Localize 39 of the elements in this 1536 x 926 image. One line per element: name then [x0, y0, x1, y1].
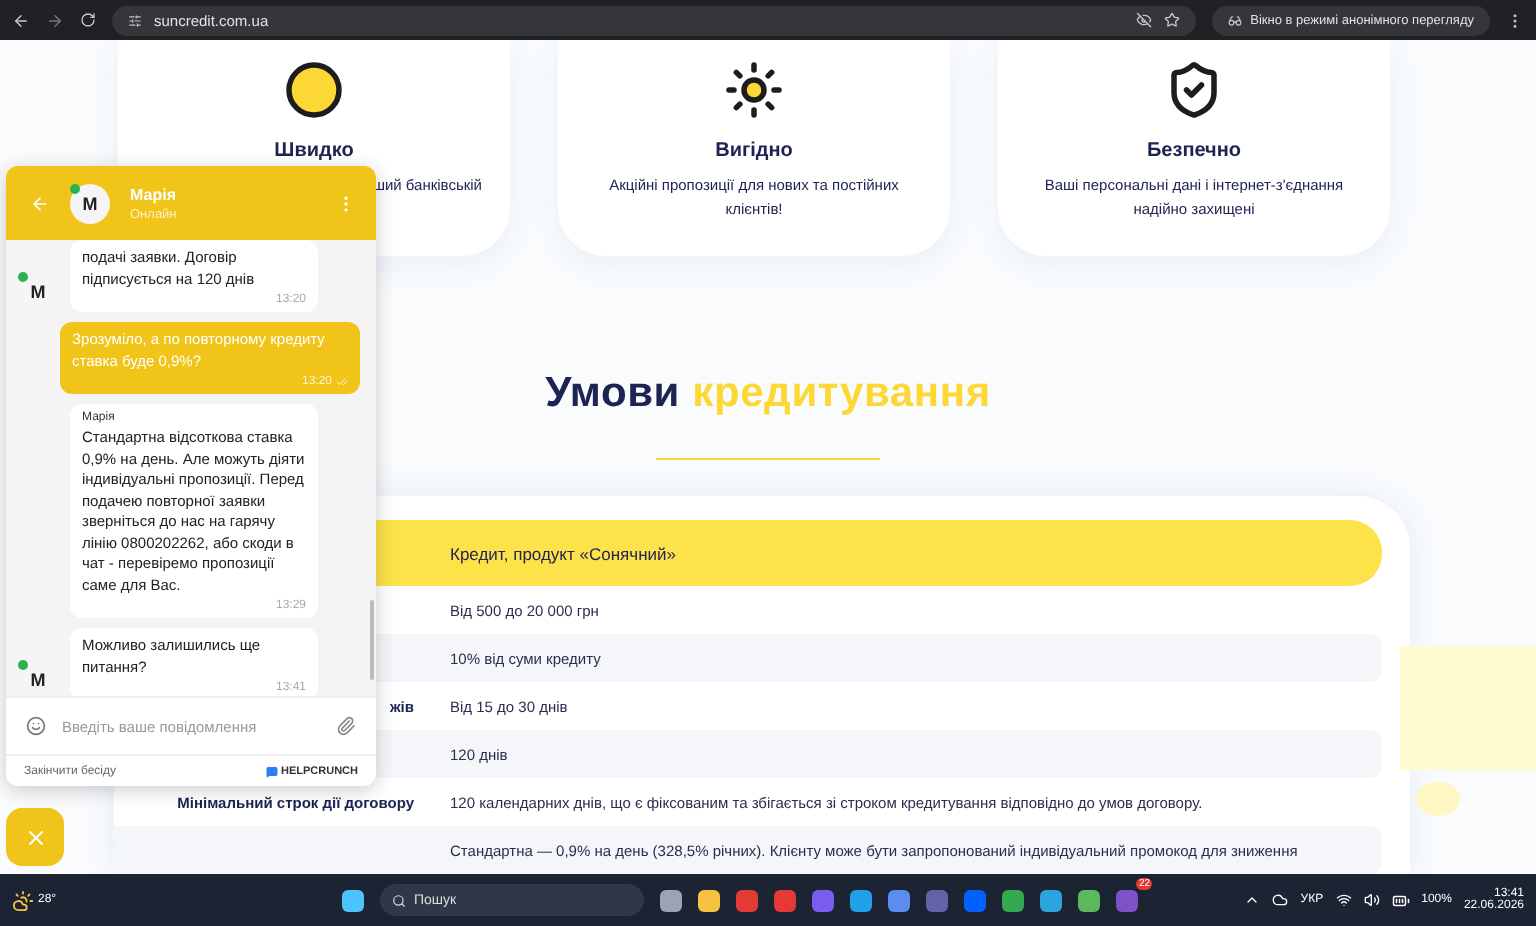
agent-avatar: M — [70, 183, 110, 223]
weather-icon[interactable] — [12, 889, 34, 911]
eye-off-icon[interactable] — [1136, 12, 1153, 28]
site-settings-icon[interactable] — [128, 13, 142, 27]
search-icon — [392, 893, 406, 907]
incognito-icon — [1228, 13, 1243, 27]
app-icon[interactable] — [698, 889, 720, 911]
back-icon[interactable] — [12, 11, 30, 29]
chat-bubble-icon — [265, 765, 277, 777]
app-icon[interactable] — [888, 889, 910, 911]
reload-icon[interactable] — [80, 12, 96, 28]
online-dot — [18, 660, 28, 670]
wifi-icon[interactable] — [1335, 892, 1352, 908]
battery-icon[interactable] — [1391, 891, 1410, 909]
close-icon — [23, 825, 47, 849]
star-icon[interactable] — [1164, 12, 1181, 28]
feature-title: Безпечно — [1146, 140, 1242, 162]
read-check-icon — [336, 376, 348, 388]
emoji-icon[interactable] — [26, 716, 46, 736]
online-dot — [18, 272, 28, 282]
scrollbar[interactable] — [370, 600, 374, 680]
paperclip-icon[interactable] — [336, 716, 356, 736]
chevron-up-icon[interactable] — [1244, 892, 1261, 908]
online-dot — [70, 183, 80, 193]
app-icon[interactable] — [1040, 889, 1062, 911]
decoration-blob — [1416, 782, 1460, 816]
volume-icon[interactable] — [1363, 892, 1380, 908]
app-icon[interactable] — [1002, 889, 1024, 911]
cloud-icon[interactable] — [1272, 892, 1289, 908]
app-icon[interactable] — [850, 889, 872, 911]
app-icon[interactable] — [1078, 889, 1100, 911]
decoration-block — [1400, 646, 1536, 770]
feature-title: Вигідно — [715, 140, 793, 162]
feature-title: Швидко — [274, 140, 354, 162]
sun-icon — [724, 60, 784, 120]
forward-icon[interactable] — [46, 11, 64, 29]
app-icon[interactable] — [660, 889, 682, 911]
section-title: Умови кредитування — [545, 370, 991, 418]
agent-name: Марія — [130, 185, 178, 203]
